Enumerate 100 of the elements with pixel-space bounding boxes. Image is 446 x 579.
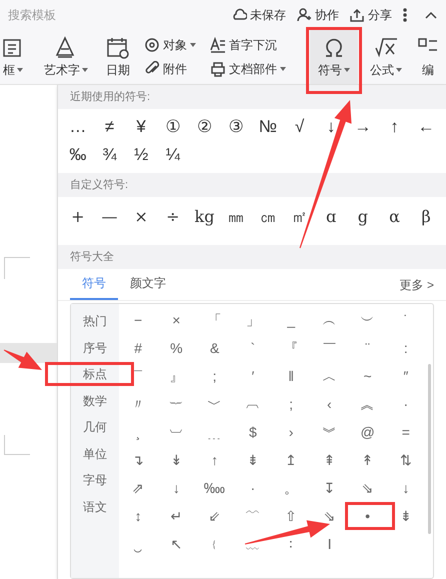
symbol-button[interactable]: 。 [272,474,310,502]
symbol-button[interactable]: · [386,390,425,418]
symbol-button[interactable]: ↕ [119,502,158,530]
category-item[interactable]: 序号 [71,334,119,361]
symbol-button[interactable]: ¯ [119,362,158,390]
symbol-button[interactable]: ︺ [157,418,196,446]
symbol-button[interactable]: ③ [220,113,252,141]
symbol-button[interactable]: ㎝ [252,203,284,231]
symbol-button[interactable]: ︵ [310,306,348,334]
symbol-button[interactable]: # [119,334,158,362]
toolbar-button[interactable]: 日期 [98,30,138,84]
symbol-button[interactable]: ; [196,362,234,390]
tab[interactable]: 颜文字 [118,274,178,300]
symbol-button[interactable]: ¾ [94,141,126,169]
symbol-button[interactable]: 『 [272,334,310,362]
symbol-button[interactable]: ½ [125,141,157,169]
symbol-button[interactable]: $ [234,418,272,446]
symbol-button[interactable]: ‹ [310,390,348,418]
symbol-button[interactable]: % [157,334,196,362]
symbol-button[interactable]: ÷ [156,203,189,231]
symbol-button[interactable]: ~ [348,362,387,390]
symbol-button[interactable]: ↖ [157,530,196,558]
scrollbar[interactable] [428,364,431,534]
symbol-button[interactable]: ⇧ [272,502,310,530]
category-item[interactable]: 语文 [71,494,119,520]
symbol-button[interactable]: ︶ [348,306,387,334]
symbol-button[interactable]: ⇟ [386,502,425,530]
symbol-button[interactable]: g [346,203,379,231]
toolbar-button[interactable]: 对象 [144,36,204,54]
symbol-button[interactable]: ɑ [315,203,347,231]
symbol-button[interactable]: 」 [234,306,272,334]
symbol-button[interactable]: ﹍ [196,418,234,446]
toolbar-button[interactable]: 编 [410,30,446,84]
symbol-button[interactable]: ㎡ [284,203,316,231]
symbol-button[interactable]: ↧ [310,474,348,502]
symbol-button[interactable]: 』 [157,362,196,390]
symbol-button[interactable]: ˙ [386,306,425,334]
toolbar-button[interactable]: 公式 [364,30,408,84]
symbol-button[interactable]: ¸ [119,418,158,446]
symbol-button[interactable]: Ⅰ [310,530,348,558]
symbol-button[interactable]: ← [410,113,442,141]
symbol-button[interactable]: ∶ [272,530,310,558]
symbol-button[interactable]: ￣ [310,334,348,362]
symbol-button[interactable]: kg [188,203,220,231]
symbol-button[interactable]: ﹛ [196,530,234,558]
symbol-button[interactable]: + [62,203,94,231]
toolbar-button[interactable]: 未保存 [231,6,286,24]
symbol-button[interactable]: ⇗ [119,474,158,502]
symbol-button[interactable]: × [125,203,157,231]
symbol-button[interactable]: ㎜ [220,203,252,231]
symbol-button[interactable]: @ [348,418,387,446]
symbol-button[interactable]: … [62,113,94,141]
toolbar-button[interactable]: 分享 [349,6,392,24]
symbol-button[interactable]: ‖ [272,362,310,390]
symbol-button[interactable]: ¼ [156,141,189,169]
symbol-button[interactable]: β [410,203,442,231]
tab[interactable]: 符号 [70,274,118,300]
symbol-button[interactable]: × [157,306,196,334]
symbol-button[interactable]: ‱ [196,474,234,502]
symbol-button[interactable]: ‿ [119,530,158,558]
symbol-button[interactable]: ↑ [196,446,234,474]
symbol-button[interactable]: ﹋ [234,502,272,530]
symbol-button[interactable]: → [346,113,379,141]
symbol-button[interactable]: ‰ [62,141,94,169]
symbol-button[interactable]: № [252,113,284,141]
symbol-button[interactable]: ⇘ [348,474,387,502]
symbol-button[interactable]: › [272,418,310,446]
symbol-button[interactable]: ¨ [348,334,387,362]
symbol-button[interactable]: ﹀ [196,390,234,418]
symbol-button[interactable]: • [348,502,387,530]
symbol-button[interactable]: ″ [386,362,425,390]
category-item[interactable]: 字母 [71,467,119,494]
symbol-button[interactable]: ﹏ [234,530,272,558]
symbol-button[interactable]: ≠ [94,113,126,141]
symbol-button[interactable]: 「 [196,306,234,334]
symbol-button[interactable]: ; [272,390,310,418]
symbol-button[interactable]: ︿ [310,362,348,390]
symbol-button[interactable]: : [386,334,425,362]
symbol-button[interactable]: ′ [234,362,272,390]
symbol-button[interactable]: ︽ [348,390,387,418]
category-item[interactable]: 标点 [71,361,119,388]
symbol-button[interactable]: ↡ [157,446,196,474]
symbol-button[interactable]: − [119,306,158,334]
symbol-button[interactable]: √ [284,113,316,141]
symbol-button[interactable]: ↓ [157,474,196,502]
symbol-button[interactable]: ⇞ [310,446,348,474]
symbol-button[interactable]: ① [156,113,189,141]
symbol-button[interactable]: ↓ [315,113,347,141]
symbol-button[interactable]: ¥ [125,113,157,141]
symbol-button[interactable]: ⇟ [234,446,272,474]
symbol-button[interactable]: — [94,203,126,231]
symbol-button[interactable]: ② [188,113,220,141]
symbol-button[interactable]: ︾ [310,418,348,446]
symbol-button[interactable]: _ [272,306,310,334]
symbol-button[interactable]: = [386,418,425,446]
category-item[interactable]: 几何 [71,414,119,440]
symbol-button[interactable]: ` [234,334,272,362]
symbol-button[interactable]: ↓ [386,474,425,502]
category-item[interactable]: 数学 [71,388,119,414]
symbol-button[interactable]: ↟ [348,446,387,474]
